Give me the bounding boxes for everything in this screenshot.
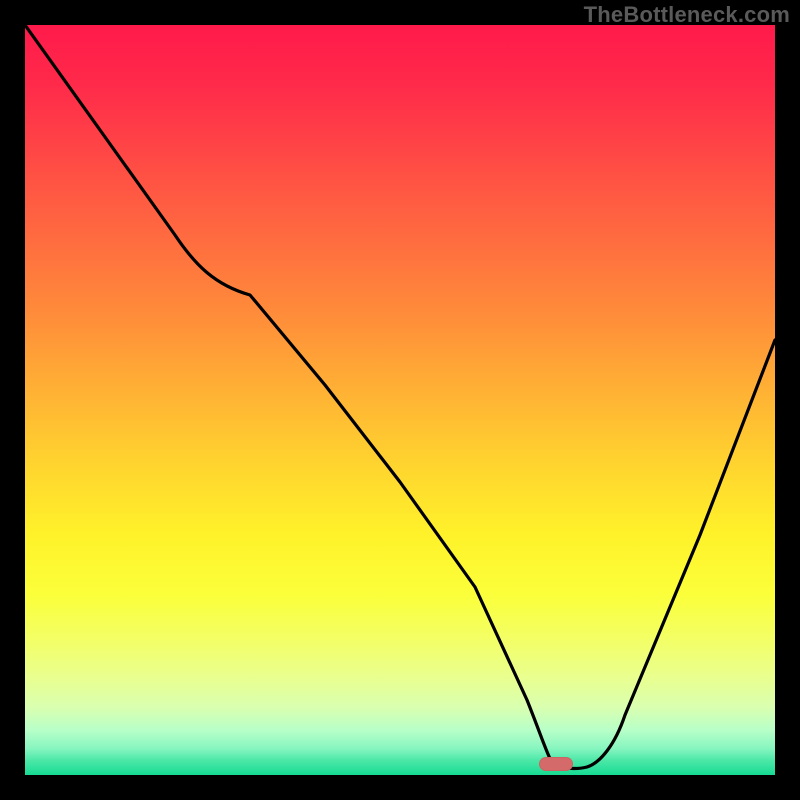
bottleneck-curve [25,25,775,775]
plot-area [25,25,775,775]
optimal-marker [539,757,573,771]
curve-path [25,25,775,769]
chart-frame: TheBottleneck.com [0,0,800,800]
